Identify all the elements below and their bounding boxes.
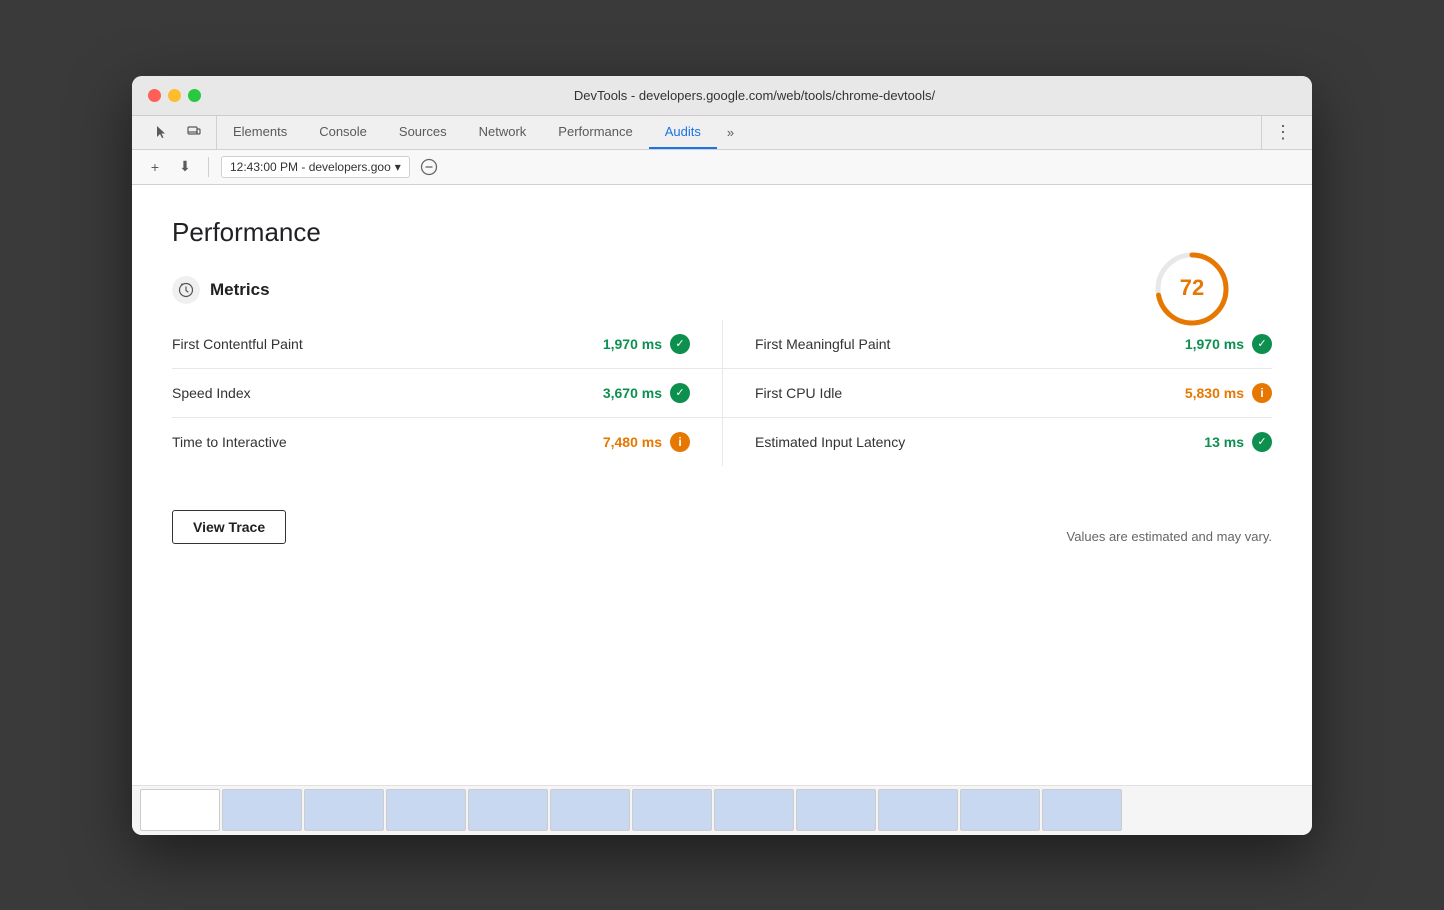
more-tabs-button[interactable]: » — [717, 116, 744, 149]
filmstrip-container — [132, 785, 1130, 835]
check-badge-icon: ✓ — [1252, 432, 1272, 452]
metric-value: 7,480 ms — [603, 434, 662, 450]
metric-speed-index: Speed Index 3,670 ms ✓ — [172, 369, 722, 418]
devtools-menu-button[interactable]: ⋮ — [1261, 116, 1304, 149]
close-button[interactable] — [148, 89, 161, 102]
metrics-header: Metrics — [172, 276, 1272, 304]
session-label: 12:43:00 PM - developers.goo — [230, 160, 391, 174]
filmstrip-item — [222, 789, 302, 831]
metric-value-container: 3,670 ms ✓ — [603, 383, 690, 403]
metric-value-container: 1,970 ms ✓ — [1185, 334, 1272, 354]
filmstrip-item — [1042, 789, 1122, 831]
filmstrip-item — [878, 789, 958, 831]
title-bar: DevTools - developers.google.com/web/too… — [132, 76, 1312, 116]
metric-label: First Meaningful Paint — [755, 336, 890, 352]
traffic-lights — [148, 89, 201, 102]
window-title: DevTools - developers.google.com/web/too… — [213, 88, 1296, 103]
add-session-button[interactable]: + — [144, 156, 166, 178]
dropdown-arrow-icon: ▾ — [395, 160, 401, 174]
tabs-list: Elements Console Sources Network Perform… — [217, 116, 1261, 149]
tab-sources[interactable]: Sources — [383, 116, 463, 149]
metric-label: Estimated Input Latency — [755, 434, 905, 450]
tab-network[interactable]: Network — [463, 116, 543, 149]
metrics-icon — [172, 276, 200, 304]
tab-performance[interactable]: Performance — [542, 116, 648, 149]
minimize-button[interactable] — [168, 89, 181, 102]
metric-first-contentful-paint: First Contentful Paint 1,970 ms ✓ — [172, 320, 722, 369]
metric-time-to-interactive: Time to Interactive 7,480 ms i — [172, 418, 722, 466]
metric-value-container: 7,480 ms i — [603, 432, 690, 452]
download-button[interactable]: ⬇ — [174, 156, 196, 178]
filmstrip-item — [714, 789, 794, 831]
cancel-session-button[interactable] — [418, 156, 440, 178]
metric-label: Speed Index — [172, 385, 251, 401]
metrics-grid: First Contentful Paint 1,970 ms ✓ First … — [172, 320, 1272, 466]
metrics-title: Metrics — [210, 280, 270, 300]
metric-value: 5,830 ms — [1185, 385, 1244, 401]
filmstrip-item — [796, 789, 876, 831]
content-wrapper: Performance 72 — [172, 217, 1272, 544]
filmstrip-item — [140, 789, 220, 831]
toolbar-bar: + ⬇ 12:43:00 PM - developers.goo ▾ — [132, 150, 1312, 185]
metric-label: First CPU Idle — [755, 385, 842, 401]
tab-audits[interactable]: Audits — [649, 116, 717, 149]
tabs-bar: Elements Console Sources Network Perform… — [132, 116, 1312, 150]
metric-first-cpu-idle: First CPU Idle 5,830 ms i — [722, 369, 1272, 418]
metric-estimated-input-latency: Estimated Input Latency 13 ms ✓ — [722, 418, 1272, 466]
svg-text:72: 72 — [1180, 275, 1204, 300]
devtools-icon-group — [140, 116, 217, 149]
score-circle: 72 — [1152, 249, 1232, 334]
footer-note: Values are estimated and may vary. — [1067, 529, 1272, 544]
session-dropdown[interactable]: 12:43:00 PM - developers.goo ▾ — [221, 156, 410, 178]
filmstrip-item — [386, 789, 466, 831]
filmstrip-item — [960, 789, 1040, 831]
browser-window: DevTools - developers.google.com/web/too… — [132, 76, 1312, 835]
info-badge-icon: i — [670, 432, 690, 452]
metric-value-container: 13 ms ✓ — [1204, 432, 1272, 452]
main-content: Performance 72 — [132, 185, 1312, 785]
metric-value: 1,970 ms — [603, 336, 662, 352]
metrics-section: Metrics First Contentful Paint 1,970 ms … — [172, 276, 1272, 466]
bottom-filmstrip-strip — [132, 785, 1312, 835]
metric-value: 1,970 ms — [1185, 336, 1244, 352]
performance-title: Performance — [172, 217, 1272, 248]
metric-value: 13 ms — [1204, 434, 1244, 450]
metric-value-container: 1,970 ms ✓ — [603, 334, 690, 354]
tab-elements[interactable]: Elements — [217, 116, 303, 149]
check-badge-icon: ✓ — [670, 383, 690, 403]
filmstrip-item — [304, 789, 384, 831]
info-badge-icon: i — [1252, 383, 1272, 403]
maximize-button[interactable] — [188, 89, 201, 102]
metric-label: First Contentful Paint — [172, 336, 303, 352]
metric-value-container: 5,830 ms i — [1185, 383, 1272, 403]
check-badge-icon: ✓ — [670, 334, 690, 354]
toolbar-divider — [208, 157, 209, 177]
cursor-icon[interactable] — [148, 118, 176, 146]
view-trace-button[interactable]: View Trace — [172, 510, 286, 544]
tab-console[interactable]: Console — [303, 116, 383, 149]
filmstrip-item — [550, 789, 630, 831]
device-toolbar-icon[interactable] — [180, 118, 208, 146]
metric-label: Time to Interactive — [172, 434, 287, 450]
check-badge-icon: ✓ — [1252, 334, 1272, 354]
filmstrip-item — [632, 789, 712, 831]
filmstrip-item — [468, 789, 548, 831]
metric-value: 3,670 ms — [603, 385, 662, 401]
